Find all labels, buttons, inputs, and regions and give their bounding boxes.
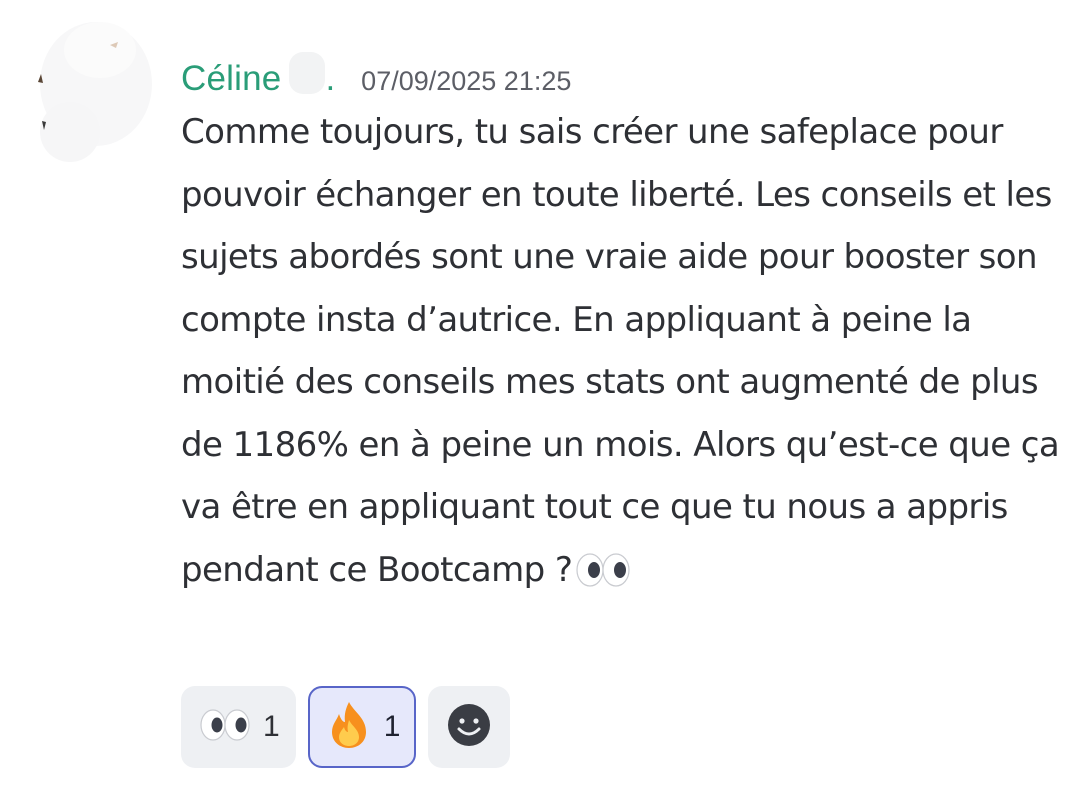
avatar[interactable] xyxy=(30,10,155,170)
username-suffix: . xyxy=(325,59,336,98)
chat-message: Céline . 07/09/2025 21:25 Comme toujours… xyxy=(0,0,1080,799)
reaction-fire[interactable]: 1 xyxy=(307,686,417,768)
username[interactable]: Céline xyxy=(181,59,281,99)
add-reaction-button[interactable] xyxy=(428,686,511,768)
redacted-patch xyxy=(289,52,326,94)
reactions-bar: 1 1 xyxy=(181,686,511,768)
smiley-add-reaction-icon xyxy=(446,702,492,752)
fire-icon xyxy=(326,700,372,754)
reaction-count: 1 xyxy=(263,710,280,743)
message-header: Céline . 07/09/2025 21:25 xyxy=(181,48,571,98)
avatar-image xyxy=(38,22,152,162)
eyes-icon xyxy=(199,709,251,745)
timestamp[interactable]: 07/09/2025 21:25 xyxy=(361,66,571,97)
reaction-eyes[interactable]: 1 xyxy=(181,686,296,768)
eyes-emoji-icon xyxy=(574,545,632,608)
message-text: Comme toujours, tu sais créer une safepl… xyxy=(181,112,1060,590)
reaction-count: 1 xyxy=(383,710,401,743)
message-content: Comme toujours, tu sais créer une safepl… xyxy=(181,101,1061,607)
